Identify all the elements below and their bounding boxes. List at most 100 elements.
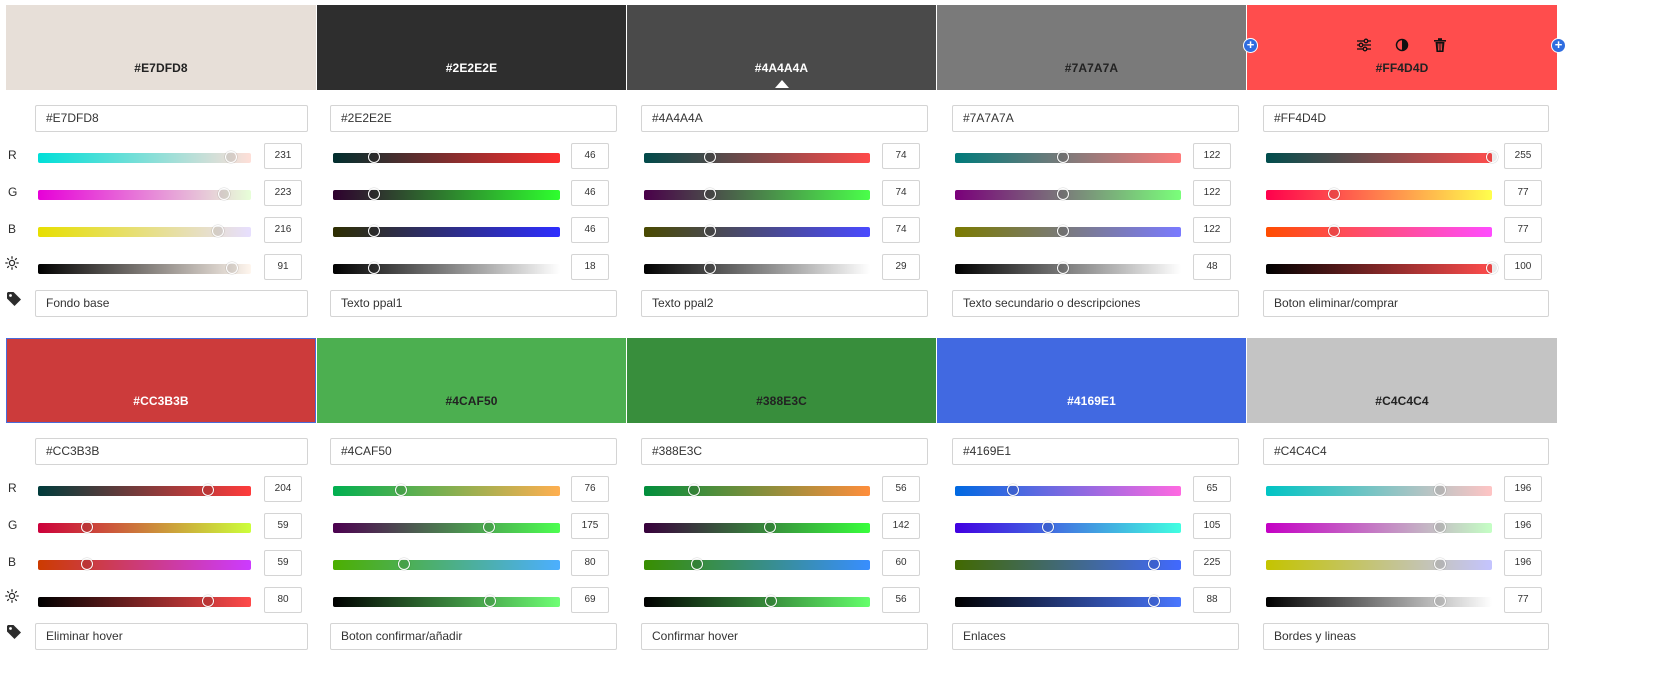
b-value-input[interactable]: 80: [571, 550, 609, 576]
r-slider-handle[interactable]: [1433, 484, 1446, 496]
color-name-input[interactable]: Confirmar hover: [641, 623, 928, 650]
g-value-input[interactable]: 223: [264, 180, 302, 206]
g-slider-handle[interactable]: [1057, 188, 1070, 200]
brightness-value-input[interactable]: 91: [264, 254, 302, 280]
brightness-value-input[interactable]: 56: [882, 587, 920, 613]
r-value-input[interactable]: 204: [264, 476, 302, 502]
color-swatch[interactable]: #E7DFD8: [6, 5, 316, 90]
brightness-value-input[interactable]: 100: [1504, 254, 1542, 280]
hex-input[interactable]: #4A4A4A: [641, 105, 928, 132]
hex-input[interactable]: #388E3C: [641, 438, 928, 465]
b-slider[interactable]: [644, 225, 870, 237]
color-swatch[interactable]: #7A7A7A: [937, 5, 1246, 90]
g-value-input[interactable]: 122: [1193, 180, 1231, 206]
g-slider-handle[interactable]: [1433, 521, 1446, 533]
b-slider-handle[interactable]: [1057, 225, 1070, 237]
brightness-slider[interactable]: [955, 262, 1181, 274]
b-slider[interactable]: [38, 225, 251, 237]
color-swatch[interactable]: #4CAF50: [317, 338, 626, 423]
g-slider[interactable]: [333, 188, 560, 200]
color-swatch[interactable]: #2E2E2E: [317, 5, 626, 90]
color-name-input[interactable]: Texto ppal1: [330, 290, 617, 317]
b-slider[interactable]: [333, 558, 560, 570]
g-slider-handle[interactable]: [703, 188, 716, 200]
hex-input[interactable]: #C4C4C4: [1263, 438, 1549, 465]
b-slider-handle[interactable]: [703, 225, 716, 237]
b-slider-handle[interactable]: [81, 558, 94, 570]
r-slider-handle[interactable]: [1486, 151, 1498, 163]
brightness-slider[interactable]: [644, 595, 870, 607]
r-value-input[interactable]: 65: [1193, 476, 1231, 502]
hex-input[interactable]: #2E2E2E: [330, 105, 617, 132]
b-slider[interactable]: [38, 558, 251, 570]
r-slider-handle[interactable]: [394, 484, 407, 496]
brightness-value-input[interactable]: 29: [882, 254, 920, 280]
brightness-value-input[interactable]: 80: [264, 587, 302, 613]
b-value-input[interactable]: 122: [1193, 217, 1231, 243]
brightness-slider[interactable]: [38, 262, 251, 274]
r-value-input[interactable]: 74: [882, 143, 920, 169]
r-slider[interactable]: [333, 151, 560, 163]
b-slider[interactable]: [1266, 558, 1492, 570]
color-swatch[interactable]: #C4C4C4: [1247, 338, 1557, 423]
r-slider[interactable]: [38, 151, 251, 163]
g-slider[interactable]: [1266, 188, 1492, 200]
g-value-input[interactable]: 175: [571, 513, 609, 539]
brightness-slider[interactable]: [955, 595, 1181, 607]
brightness-slider-handle[interactable]: [483, 595, 496, 607]
b-value-input[interactable]: 46: [571, 217, 609, 243]
b-value-input[interactable]: 74: [882, 217, 920, 243]
b-slider[interactable]: [333, 225, 560, 237]
r-slider-handle[interactable]: [224, 151, 237, 163]
r-value-input[interactable]: 56: [882, 476, 920, 502]
sliders-icon[interactable]: [1356, 37, 1372, 53]
b-slider-handle[interactable]: [212, 225, 225, 237]
b-value-input[interactable]: 59: [264, 550, 302, 576]
color-name-input[interactable]: Texto secundario o descripciones: [952, 290, 1239, 317]
r-slider[interactable]: [333, 484, 560, 496]
brightness-slider[interactable]: [333, 595, 560, 607]
brightness-slider-handle[interactable]: [703, 262, 716, 274]
plus-icon[interactable]: +: [1243, 38, 1258, 53]
color-swatch[interactable]: #CC3B3B: [6, 338, 316, 423]
g-value-input[interactable]: 74: [882, 180, 920, 206]
b-slider-handle[interactable]: [1433, 558, 1446, 570]
r-value-input[interactable]: 46: [571, 143, 609, 169]
g-slider[interactable]: [955, 188, 1181, 200]
b-slider-handle[interactable]: [1148, 558, 1161, 570]
g-value-input[interactable]: 59: [264, 513, 302, 539]
b-value-input[interactable]: 77: [1504, 217, 1542, 243]
b-slider[interactable]: [644, 558, 870, 570]
r-value-input[interactable]: 196: [1504, 476, 1542, 502]
g-slider-handle[interactable]: [1328, 188, 1341, 200]
g-value-input[interactable]: 196: [1504, 513, 1542, 539]
g-slider-handle[interactable]: [482, 521, 495, 533]
trash-icon[interactable]: [1432, 37, 1448, 53]
contrast-icon[interactable]: [1394, 37, 1410, 53]
brightness-value-input[interactable]: 69: [571, 587, 609, 613]
b-slider[interactable]: [955, 558, 1181, 570]
g-value-input[interactable]: 77: [1504, 180, 1542, 206]
brightness-slider-handle[interactable]: [1057, 262, 1070, 274]
r-value-input[interactable]: 122: [1193, 143, 1231, 169]
g-slider-handle[interactable]: [367, 188, 380, 200]
r-slider-handle[interactable]: [367, 151, 380, 163]
g-slider[interactable]: [38, 188, 251, 200]
r-slider-handle[interactable]: [1006, 484, 1019, 496]
r-slider[interactable]: [644, 151, 870, 163]
brightness-slider-handle[interactable]: [1486, 262, 1498, 274]
b-slider-handle[interactable]: [367, 225, 380, 237]
b-value-input[interactable]: 60: [882, 550, 920, 576]
r-slider-handle[interactable]: [703, 151, 716, 163]
r-slider-handle[interactable]: [202, 484, 215, 496]
color-name-input[interactable]: Bordes y lineas: [1263, 623, 1549, 650]
brightness-slider-handle[interactable]: [367, 262, 380, 274]
b-slider[interactable]: [1266, 225, 1492, 237]
color-name-input[interactable]: Eliminar hover: [35, 623, 308, 650]
g-slider-handle[interactable]: [218, 188, 231, 200]
hex-input[interactable]: #7A7A7A: [952, 105, 1239, 132]
brightness-slider-handle[interactable]: [202, 595, 215, 607]
r-value-input[interactable]: 255: [1504, 143, 1542, 169]
r-slider[interactable]: [644, 484, 870, 496]
color-name-input[interactable]: Boton confirmar/añadir: [330, 623, 617, 650]
